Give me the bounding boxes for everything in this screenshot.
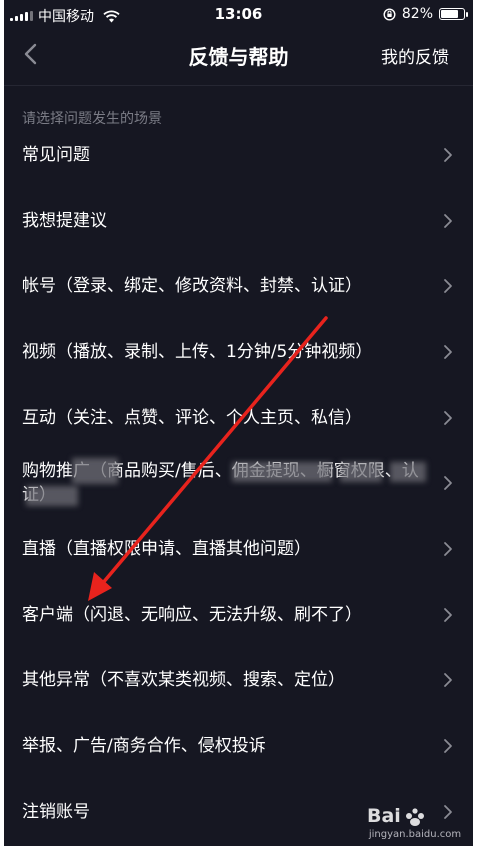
watermark-url: jingyan.baidu.com: [368, 829, 462, 840]
menu-item[interactable]: 举报、广告/商务合作、侵权投诉: [4, 713, 473, 779]
header-divider: [4, 85, 473, 86]
chevron-right-icon: [444, 542, 452, 556]
baidu-watermark: Bai jingyan.baidu.com: [367, 801, 463, 840]
battery-percent: 82%: [401, 6, 433, 22]
chevron-right-icon: [444, 410, 452, 425]
menu-item[interactable]: 客户端（闪退、无响应、无法升级、刷不了）: [4, 582, 473, 648]
status-bar: 中国移动 13:06 82%: [4, 0, 473, 28]
battery-fill: [441, 10, 459, 18]
menu-item-label: 视频（播放、录制、上传、1分钟/5分钟视频）: [22, 341, 373, 362]
menu-item[interactable]: 互动（关注、点赞、评论、个人主页、私信）: [4, 385, 473, 451]
chevron-right-icon: [444, 147, 452, 162]
chevron-right-icon: [444, 673, 452, 688]
status-right: 82%: [383, 6, 468, 22]
chevron-right-icon: [444, 345, 452, 359]
redaction-blur: [340, 462, 382, 482]
menu-item-label: 注销账号: [22, 801, 90, 822]
battery-icon: [439, 8, 468, 20]
redaction-blur: [72, 458, 118, 484]
redaction-blur: [26, 486, 78, 506]
menu-item-label: 举报、广告/商务合作、侵权投诉: [22, 736, 266, 757]
menu-item[interactable]: 帐号（登录、绑定、修改资料、封禁、认证）: [4, 253, 473, 319]
chevron-right-icon: [444, 476, 452, 491]
chevron-right-icon: [444, 739, 452, 753]
chevron-right-icon: [444, 213, 452, 228]
redaction-blur: [390, 462, 426, 482]
screen: 中国移动 13:06 82% 反馈与帮助 我的反馈 请选择问题发生的场景 常见问…: [4, 0, 473, 846]
rotation-lock-icon: [383, 7, 396, 21]
menu-item[interactable]: 直播（直播权限申请、直播其他问题）: [4, 516, 473, 582]
menu-item-label: 常见问题: [22, 144, 90, 165]
menu-item-label: 其他异常（不喜欢某类视频、搜索、定位）: [22, 670, 345, 691]
menu-item-label: 互动（关注、点赞、评论、个人主页、私信）: [22, 407, 362, 428]
menu-item[interactable]: 常见问题: [4, 122, 473, 188]
menu-item[interactable]: 其他异常（不喜欢某类视频、搜索、定位）: [4, 648, 473, 714]
chevron-right-icon: [444, 279, 452, 294]
menu-item[interactable]: 我想提建议: [4, 188, 473, 254]
svg-text:Bai: Bai: [367, 805, 401, 827]
baidu-paw-icon: Bai: [367, 805, 424, 827]
chevron-right-icon: [444, 607, 452, 622]
redaction-blur: [232, 462, 332, 482]
menu-item-label: 帐号（登录、绑定、修改资料、封禁、认证）: [22, 276, 362, 297]
menu-item-label: 直播（直播权限申请、直播其他问题）: [22, 538, 311, 559]
menu-item[interactable]: 视频（播放、录制、上传、1分钟/5分钟视频）: [4, 319, 473, 385]
menu-item-label: 客户端（闪退、无响应、无法升级、刷不了）: [22, 604, 362, 625]
nav-bar: 反馈与帮助 我的反馈: [4, 28, 473, 80]
menu-item-label: 我想提建议: [22, 210, 107, 231]
my-feedback-button[interactable]: 我的反馈: [381, 43, 449, 68]
